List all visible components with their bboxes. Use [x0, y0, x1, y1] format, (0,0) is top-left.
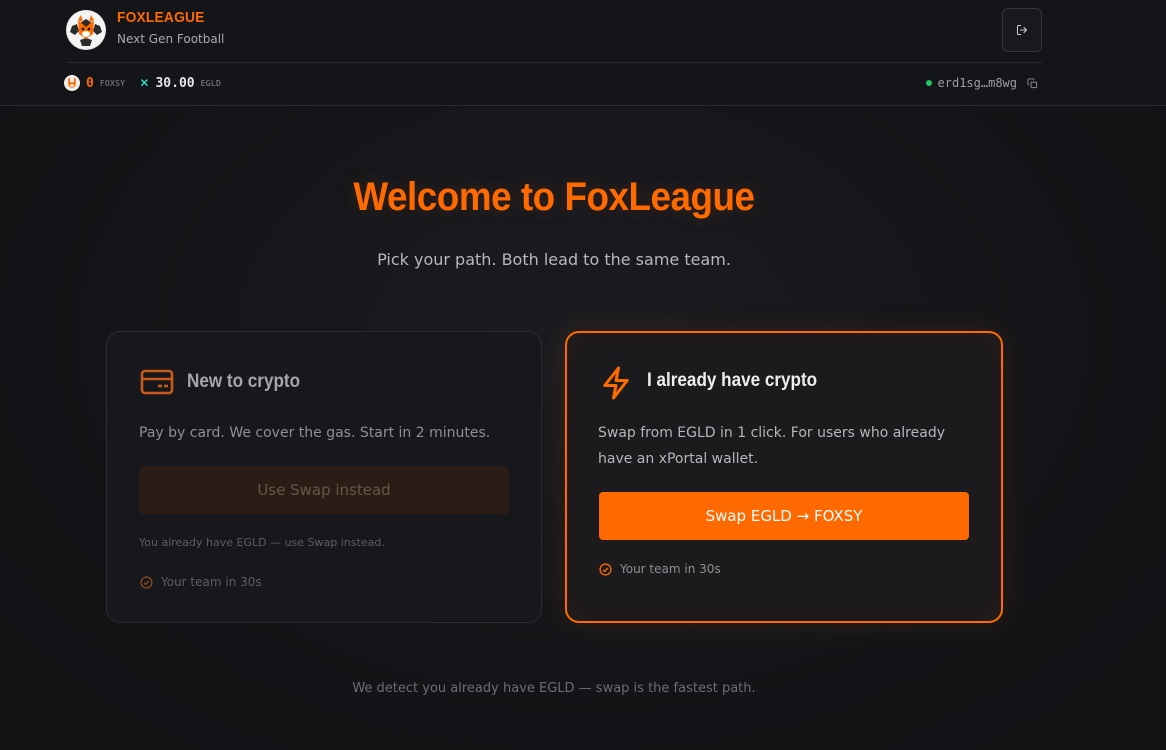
top-bar: FOXLEAGUE Next Gen Football 0 FOXSY ✕ 30… [0, 0, 1166, 106]
page-subtitle: Pick your path. Both lead to the same te… [377, 250, 731, 269]
brand-name: FOXLEAGUE [117, 9, 205, 26]
logout-icon [1017, 25, 1027, 35]
use-swap-instead-button[interactable]: Use Swap instead [139, 466, 509, 514]
fox-ball-icon [67, 11, 105, 49]
new-to-crypto-description: Pay by card. We cover the gas. Start in … [139, 425, 491, 441]
feature-row: Your team in 30s [599, 562, 721, 576]
egld-token-icon: ✕ [139, 76, 150, 90]
check-circle-icon [140, 575, 153, 589]
feature-label: Your team in 30s [620, 562, 721, 576]
wallet-address-display: erd1sg…m8wg [925, 76, 1038, 90]
foxsy-balance: 0 [86, 75, 94, 91]
credit-card-icon [140, 368, 174, 400]
feature-row: Your team in 30s [140, 575, 262, 589]
fastest-path-hint: We detect you already have EGLD — swap i… [352, 681, 756, 696]
new-to-crypto-card: New to crypto Pay by card. We cover the … [106, 331, 542, 623]
have-crypto-title: I already have crypto [647, 370, 818, 391]
check-circle-icon [599, 562, 612, 576]
header-divider [66, 62, 1042, 63]
logout-button[interactable] [1002, 8, 1042, 52]
copy-icon[interactable] [1027, 77, 1038, 89]
feature-label: Your team in 30s [161, 575, 262, 589]
wallet-status-dot [925, 80, 932, 86]
swap-egld-foxsy-button[interactable]: Swap EGLD → FOXSY [599, 492, 969, 540]
balances-bar: 0 FOXSY ✕ 30.00 EGLD [64, 73, 221, 93]
page-title: Welcome to FoxLeague [353, 175, 755, 219]
egld-unit: EGLD [200, 78, 222, 88]
foxsy-token-icon [64, 75, 80, 91]
have-crypto-description: Swap from EGLD in 1 click. For users who… [598, 425, 945, 467]
wallet-address: erd1sg…m8wg [937, 76, 1017, 90]
lightning-icon [601, 365, 631, 405]
egld-balance: 30.00 [155, 75, 195, 91]
have-crypto-card: I already have crypto Swap from EGLD in … [565, 331, 1003, 623]
foxleague-logo[interactable] [66, 10, 106, 50]
brand-tagline: Next Gen Football [117, 32, 225, 46]
new-to-crypto-title: New to crypto [187, 371, 301, 392]
foxsy-unit: FOXSY [99, 78, 126, 88]
egld-detected-note: You already have EGLD — use Swap instead… [139, 536, 385, 549]
